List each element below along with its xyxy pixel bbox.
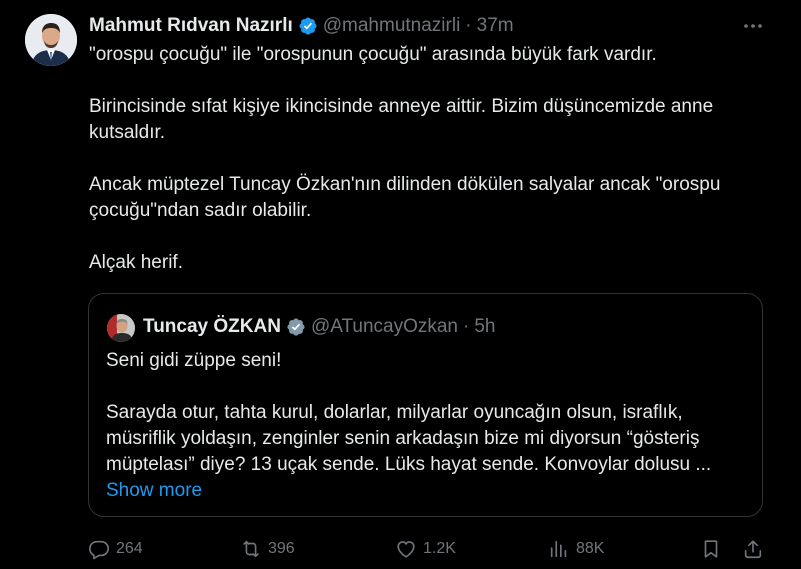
heart-icon: [397, 541, 415, 558]
more-horizontal-icon[interactable]: [741, 14, 765, 38]
share-button[interactable]: [742, 536, 764, 562]
quoted-author-handle[interactable]: @ATuncayOzkan: [311, 316, 458, 338]
show-more-link[interactable]: Show more: [106, 478, 746, 504]
tweet-time[interactable]: 37m: [477, 15, 514, 37]
reply-icon: [89, 540, 109, 560]
like-button[interactable]: 1.2K: [395, 536, 456, 562]
quoted-tweet-text: Seni gidi züppe seni! Sarayda otur, taht…: [106, 348, 746, 504]
bookmark-icon: [704, 540, 718, 558]
author-handle[interactable]: @mahmutnazirli: [323, 15, 461, 37]
share-icon: [744, 540, 762, 559]
quoted-author-name[interactable]: Tuncay ÖZKAN: [143, 316, 281, 338]
quoted-author-avatar-image: [107, 314, 135, 342]
bookmark-button[interactable]: [700, 536, 722, 562]
tweet-paragraph: "orospu çocuğu" ile "orospunun çocuğu" a…: [89, 44, 657, 65]
tweet-paragraph: Alçak herif.: [89, 252, 183, 273]
tweet-paragraph: Birincisinde sıfat kişiye ikincisinde an…: [89, 96, 714, 143]
verified-badge-icon[interactable]: [286, 317, 306, 337]
like-count: 1.2K: [423, 540, 456, 557]
repost-count: 396: [268, 540, 295, 557]
quoted-paragraph: Seni gidi züppe seni!: [106, 350, 282, 371]
header-separator: ·: [465, 15, 472, 36]
quoted-tweet[interactable]: Tuncay ÖZKAN @ATuncayOzkan · 5h Seni gid…: [88, 293, 763, 517]
verified-badge-icon[interactable]: [298, 16, 318, 36]
header-separator: ·: [463, 316, 470, 337]
quoted-tweet-time[interactable]: 5h: [474, 316, 495, 338]
tweet-paragraph: Ancak müptezel Tuncay Özkan'nın dilinden…: [89, 174, 721, 221]
author-avatar[interactable]: [25, 14, 77, 66]
reply-count: 264: [116, 540, 143, 557]
author-avatar-image: [25, 14, 77, 66]
repost-button[interactable]: 396: [240, 536, 295, 562]
quoted-tweet-header: Tuncay ÖZKAN @ATuncayOzkan · 5h: [143, 314, 495, 340]
bar-chart-icon: [550, 540, 567, 558]
tweet[interactable]: Mahmut Rıdvan Nazırlı @mahmutnazirli · 3…: [0, 0, 801, 569]
views-button[interactable]: 88K: [548, 536, 604, 562]
quoted-author-avatar[interactable]: [107, 314, 135, 342]
repost-icon: [243, 540, 259, 558]
reply-button[interactable]: 264: [88, 536, 143, 562]
view-count: 88K: [576, 540, 605, 557]
author-name[interactable]: Mahmut Rıdvan Nazırlı: [89, 15, 293, 37]
quoted-paragraph: Sarayda otur, tahta kurul, dolarlar, mil…: [106, 402, 712, 475]
tweet-header: Mahmut Rıdvan Nazırlı @mahmutnazirli · 3…: [89, 13, 514, 39]
tweet-text: "orospu çocuğu" ile "orospunun çocuğu" a…: [89, 42, 764, 302]
action-bar: 264 396 1.2K 88K: [88, 536, 768, 562]
